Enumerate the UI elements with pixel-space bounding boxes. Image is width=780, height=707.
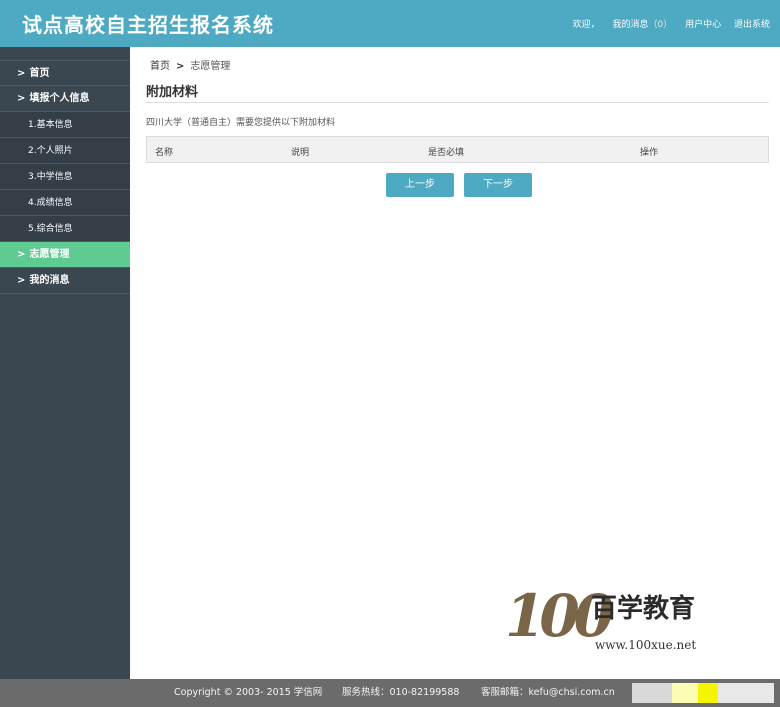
sidebar-item-label: 我的消息 <box>29 275 70 286</box>
footer-email: 客服邮箱：kefu@chsi.com.cn <box>481 687 615 698</box>
sidebar-item-my-messages[interactable]: > 我的消息 <box>0 268 130 294</box>
sidebar-item-personal-photo[interactable]: 2.个人照片 <box>0 138 130 164</box>
breadcrumb-current: 志愿管理 <box>190 61 231 72</box>
prev-step-button[interactable]: 上一步 <box>386 173 454 197</box>
top-nav: 欢迎， 我的消息（0） 用户中心 退出系统 <box>563 17 770 30</box>
chevron-right-icon: > <box>17 249 26 260</box>
column-header-name: 名称 <box>155 148 174 158</box>
breadcrumb: 首页 > 志愿管理 <box>150 57 230 72</box>
welcome-text: 欢迎， <box>572 20 600 30</box>
my-messages-link[interactable]: 我的消息（0） <box>612 20 672 30</box>
sidebar-item-score-info[interactable]: 4.成绩信息 <box>0 190 130 216</box>
chevron-right-icon: > <box>17 93 26 104</box>
blurred-region <box>672 683 698 703</box>
app-title: 试点高校自主招生报名系统 <box>22 13 274 37</box>
watermark-name: 百学教育 <box>591 594 696 624</box>
logout-link[interactable]: 退出系统 <box>734 20 770 30</box>
column-header-action: 操作 <box>640 148 659 158</box>
sidebar-item-fill-personal-info[interactable]: > 填报个人信息 <box>0 86 130 112</box>
watermark-url: www.100xue.net <box>595 638 697 652</box>
blurred-region <box>698 683 718 703</box>
column-header-description: 说明 <box>291 148 310 158</box>
footer-hotline: 服务热线：010-82199588 <box>342 687 460 698</box>
column-header-required: 是否必填 <box>428 148 465 158</box>
user-center-link[interactable]: 用户中心 <box>685 20 721 30</box>
chevron-right-icon: > <box>17 68 26 79</box>
breadcrumb-home-link[interactable]: 首页 <box>150 61 170 72</box>
sidebar: > 首页 > 填报个人信息 1.基本信息 2.个人照片 3.中学信息 4.成绩信… <box>0 47 130 679</box>
chevron-right-icon: > <box>17 275 26 286</box>
notice-text: 四川大学（普通自主）需要您提供以下附加材料 <box>146 118 336 128</box>
title-divider <box>146 102 769 103</box>
materials-table-header: 名称 说明 是否必填 操作 <box>146 136 769 163</box>
sidebar-item-school-info[interactable]: 3.中学信息 <box>0 164 130 190</box>
footer-copyright: Copyright © 2003- 2015 学信网 <box>174 687 323 698</box>
sidebar-item-comprehensive-info[interactable]: 5.综合信息 <box>0 216 130 242</box>
next-step-button[interactable]: 下一步 <box>464 173 532 197</box>
sidebar-item-label: 首页 <box>29 68 50 79</box>
sidebar-item-home[interactable]: > 首页 <box>0 60 130 86</box>
message-count-badge: （0） <box>648 20 673 30</box>
sidebar-item-label: 志愿管理 <box>29 249 70 260</box>
watermark-logo: 100 百学教育 www.100xue.net <box>505 582 697 662</box>
sidebar-item-application-management[interactable]: > 志愿管理 <box>0 242 130 268</box>
sidebar-item-label: 填报个人信息 <box>29 93 90 104</box>
page-title: 附加材料 <box>146 85 199 100</box>
sidebar-item-basic-info[interactable]: 1.基本信息 <box>0 112 130 138</box>
chevron-right-icon: > <box>176 61 185 72</box>
top-header: 试点高校自主招生报名系统 欢迎， 我的消息（0） 用户中心 退出系统 <box>0 0 780 47</box>
blurred-region <box>718 683 774 703</box>
blurred-region <box>632 683 672 703</box>
my-messages-label: 我的消息 <box>612 20 649 30</box>
